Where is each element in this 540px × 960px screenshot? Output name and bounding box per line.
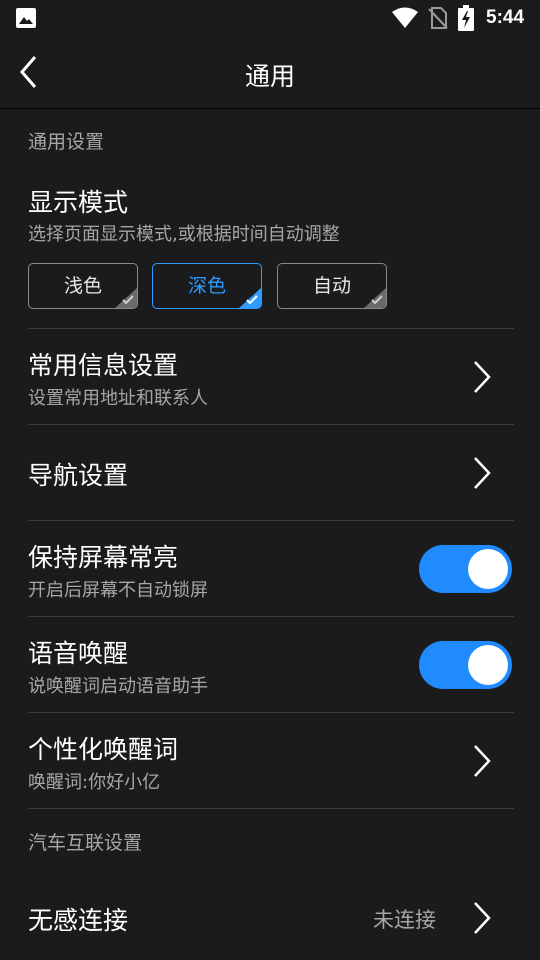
mode-light-label: 浅色	[63, 275, 102, 297]
keep-screen-on-toggle[interactable]	[419, 545, 512, 593]
voice-wakeup-toggle[interactable]	[419, 641, 512, 689]
gallery-notification-icon	[16, 8, 36, 28]
custom-wake-word-row[interactable]: 个性化唤醒词 唤醒词:你好小亿	[0, 713, 540, 809]
mode-dark-label: 深色	[187, 275, 226, 297]
common-info-row[interactable]: 常用信息设置 设置常用地址和联系人	[0, 329, 540, 425]
common-info-title: 常用信息设置	[28, 351, 179, 380]
battery-charging-icon	[458, 5, 474, 31]
chevron-right-icon	[474, 745, 491, 777]
status-bar: 5:44	[0, 0, 540, 36]
check-icon	[246, 295, 258, 305]
wifi-icon	[392, 7, 418, 28]
custom-wake-word-subtitle: 唤醒词:你好小亿	[28, 772, 161, 793]
voice-wakeup-title: 语音唤醒	[28, 639, 129, 668]
section-label-car-connect: 汽车互联设置	[28, 832, 143, 854]
check-icon	[371, 295, 383, 305]
voice-wakeup-subtitle: 说唤醒词启动语音助手	[28, 676, 208, 697]
mode-dark-button[interactable]: 深色	[152, 263, 262, 309]
section-label-general: 通用设置	[28, 131, 105, 153]
keep-screen-on-title: 保持屏幕常亮	[28, 543, 179, 572]
header: 通用	[0, 36, 540, 109]
chevron-right-icon	[474, 361, 491, 393]
mode-auto-button[interactable]: 自动	[277, 263, 387, 309]
page-title: 通用	[244, 62, 295, 91]
toggle-knob	[468, 549, 508, 589]
common-info-subtitle: 设置常用地址和联系人	[28, 388, 208, 409]
seamless-connect-title: 无感连接	[28, 906, 129, 935]
no-sim-icon	[428, 7, 448, 29]
keep-screen-on-row: 保持屏幕常亮 开启后屏幕不自动锁屏	[0, 521, 540, 617]
navigation-title: 导航设置	[28, 461, 129, 490]
seamless-connect-row[interactable]: 无感连接 未连接	[0, 870, 540, 960]
voice-wakeup-row: 语音唤醒 说唤醒词启动语音助手	[0, 617, 540, 713]
check-icon	[122, 295, 134, 305]
chevron-right-icon	[474, 457, 491, 489]
mode-light-button[interactable]: 浅色	[28, 263, 138, 309]
custom-wake-word-title: 个性化唤醒词	[28, 735, 179, 764]
display-mode-subtitle: 选择页面显示模式,或根据时间自动调整	[28, 224, 340, 245]
chevron-right-icon	[474, 902, 491, 934]
keep-screen-on-subtitle: 开启后屏幕不自动锁屏	[28, 580, 208, 601]
navigation-row[interactable]: 导航设置	[0, 425, 540, 521]
seamless-connect-status: 未连接	[373, 908, 436, 932]
display-mode-title: 显示模式	[28, 188, 129, 217]
status-time: 5:44	[486, 7, 525, 28]
divider	[28, 808, 514, 809]
toggle-knob	[468, 645, 508, 685]
mode-auto-label: 自动	[312, 275, 351, 297]
